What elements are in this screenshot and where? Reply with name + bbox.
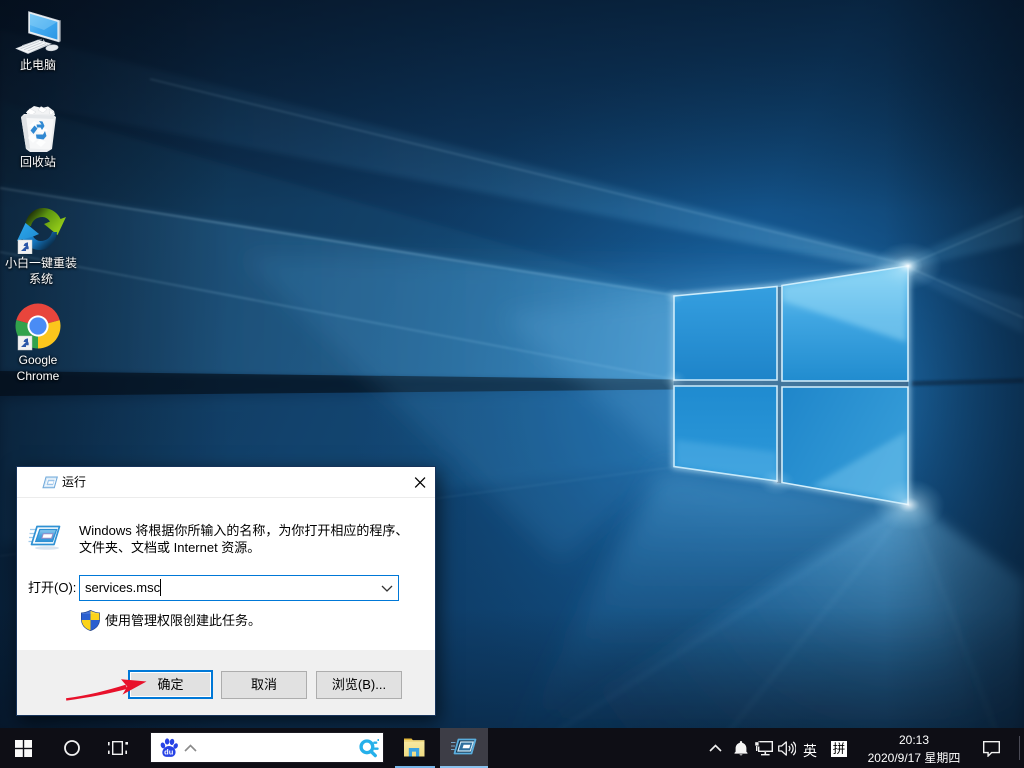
svg-text:du: du — [164, 748, 174, 757]
